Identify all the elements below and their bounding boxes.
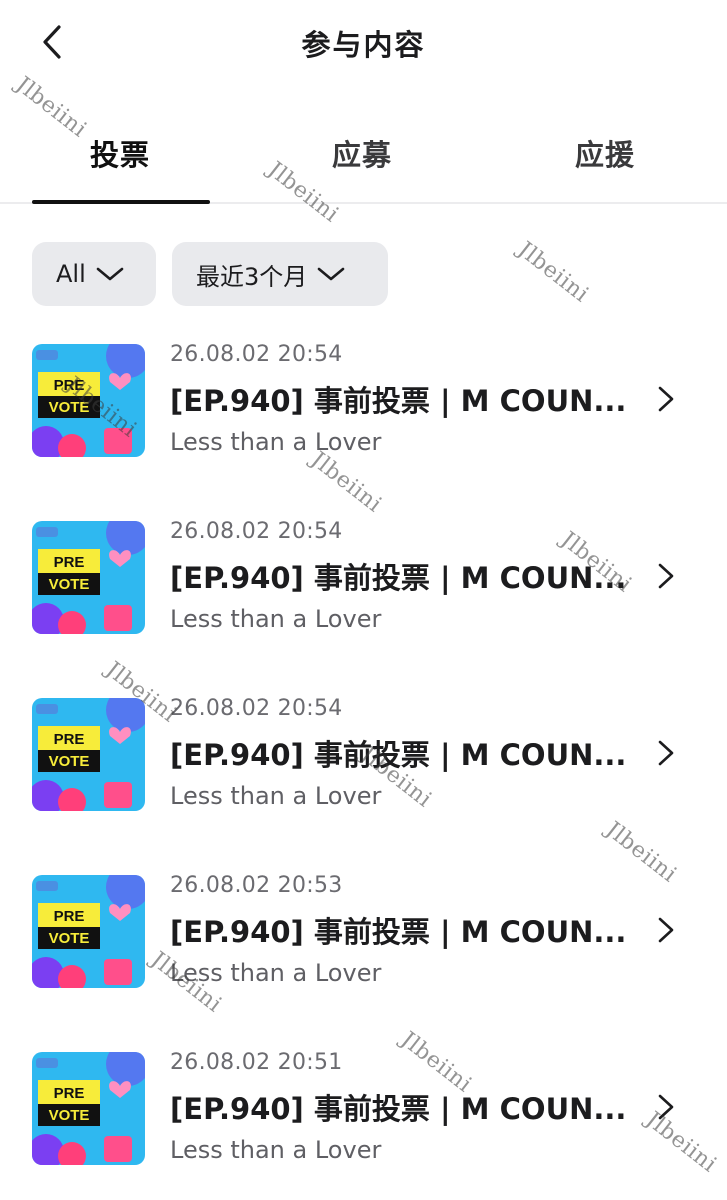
vote-date: 26.08.02 20:54 bbox=[170, 696, 343, 721]
svg-text:PRE: PRE bbox=[54, 554, 85, 571]
prevote-thumbnail: PRE VOTE bbox=[32, 521, 145, 634]
vote-subtitle: Less than a Lover bbox=[170, 782, 382, 810]
list-item[interactable]: PRE VOTE 26.08.02 20:53 [EP.940] 事前投票 | … bbox=[0, 865, 727, 1005]
list-item[interactable]: PRE VOTE 26.08.02 20:54 [EP.940] 事前投票 | … bbox=[0, 334, 727, 474]
vote-subtitle: Less than a Lover bbox=[170, 428, 382, 456]
svg-text:PRE: PRE bbox=[54, 731, 85, 748]
prevote-thumbnail: PRE VOTE bbox=[32, 1052, 145, 1165]
svg-text:VOTE: VOTE bbox=[49, 930, 90, 947]
type-filter-dropdown[interactable]: All bbox=[32, 242, 156, 306]
svg-text:PRE: PRE bbox=[54, 1085, 85, 1102]
svg-text:VOTE: VOTE bbox=[49, 399, 90, 416]
tab-support[interactable]: 应援 bbox=[505, 132, 705, 174]
prevote-thumbnail: PRE VOTE bbox=[32, 344, 145, 457]
list-item[interactable]: PRE VOTE 26.08.02 20:54 [EP.940] 事前投票 | … bbox=[0, 688, 727, 828]
chevron-right-icon bbox=[654, 384, 678, 414]
svg-text:PRE: PRE bbox=[54, 908, 85, 925]
prevote-thumbnail: PRE VOTE bbox=[32, 875, 145, 988]
prevote-thumbnail: PRE VOTE bbox=[32, 698, 145, 811]
type-filter-label: All bbox=[56, 260, 86, 288]
chevron-right-icon bbox=[654, 738, 678, 768]
tab-apply[interactable]: 应募 bbox=[262, 132, 462, 174]
vote-date: 26.08.02 20:54 bbox=[170, 519, 343, 544]
active-tab-indicator bbox=[32, 200, 210, 204]
svg-text:VOTE: VOTE bbox=[49, 1107, 90, 1124]
vote-date: 26.08.02 20:51 bbox=[170, 1050, 343, 1075]
watermark: Jlbeiini bbox=[513, 237, 594, 308]
chevron-down-icon bbox=[96, 266, 124, 282]
app-header: 参与内容 bbox=[0, 0, 727, 86]
vote-title: [EP.940] 事前投票 | M COUN... bbox=[170, 384, 627, 418]
svg-text:PRE: PRE bbox=[54, 377, 85, 394]
vote-title: [EP.940] 事前投票 | M COUN... bbox=[170, 1092, 627, 1126]
tab-bar: 投票 应募 应援 bbox=[0, 118, 727, 204]
vote-subtitle: Less than a Lover bbox=[170, 1136, 382, 1164]
period-filter-label: 最近3个月 bbox=[196, 262, 308, 291]
vote-subtitle: Less than a Lover bbox=[170, 959, 382, 987]
tab-vote[interactable]: 投票 bbox=[20, 132, 220, 174]
svg-text:VOTE: VOTE bbox=[49, 753, 90, 770]
period-filter-dropdown[interactable]: 最近3个月 bbox=[172, 242, 388, 306]
vote-title: [EP.940] 事前投票 | M COUN... bbox=[170, 738, 627, 772]
vote-subtitle: Less than a Lover bbox=[170, 605, 382, 633]
vote-title: [EP.940] 事前投票 | M COUN... bbox=[170, 915, 627, 949]
chevron-down-icon bbox=[317, 266, 345, 282]
vote-date: 26.08.02 20:53 bbox=[170, 873, 343, 898]
chevron-right-icon bbox=[654, 915, 678, 945]
chevron-right-icon bbox=[654, 561, 678, 591]
list-item[interactable]: PRE VOTE 26.08.02 20:51 [EP.940] 事前投票 | … bbox=[0, 1042, 727, 1182]
svg-text:VOTE: VOTE bbox=[49, 576, 90, 593]
chevron-right-icon bbox=[654, 1092, 678, 1122]
vote-date: 26.08.02 20:54 bbox=[170, 342, 343, 367]
vote-title: [EP.940] 事前投票 | M COUN... bbox=[170, 561, 627, 595]
list-item[interactable]: PRE VOTE 26.08.02 20:54 [EP.940] 事前投票 | … bbox=[0, 511, 727, 651]
page-title: 参与内容 bbox=[301, 28, 426, 62]
